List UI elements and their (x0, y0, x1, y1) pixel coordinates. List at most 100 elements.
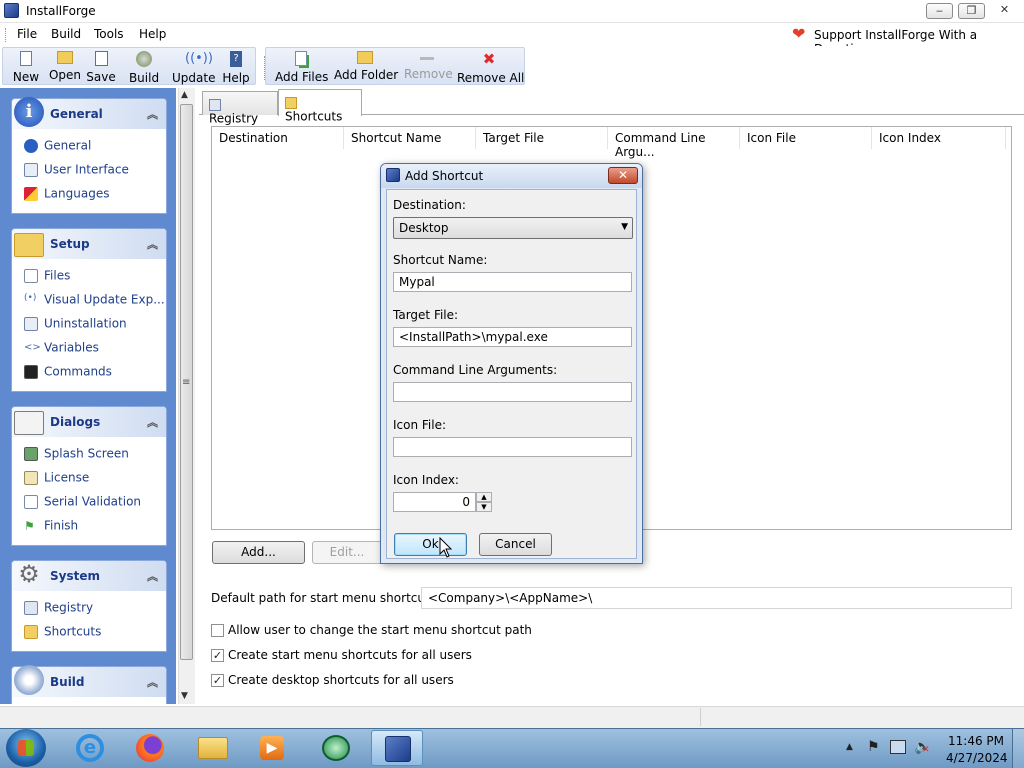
dropdown-arrow-icon: ▼ (621, 222, 628, 232)
sidebar-item-serial-validation[interactable]: Serial Validation (24, 494, 141, 509)
column-header-icon-file[interactable]: Icon File (740, 127, 872, 149)
media-player-taskbar-button[interactable]: ▶ (246, 730, 298, 766)
command-line-label: Command Line Arguments: (393, 363, 558, 377)
destination-select[interactable]: Desktop ▼ (393, 217, 633, 239)
scroll-up-arrow-icon[interactable]: ▲ (181, 90, 188, 100)
help-label: Help (222, 71, 250, 85)
add-files-button[interactable]: Add Files (275, 49, 328, 85)
close-button[interactable]: ✕ (991, 3, 1018, 19)
collapse-chevron-icon[interactable]: ︽ (147, 568, 158, 584)
menu-help[interactable]: Help (139, 27, 166, 41)
command-line-input[interactable] (393, 382, 632, 402)
scroll-down-arrow-icon[interactable]: ▼ (181, 691, 188, 701)
destination-label: Destination: (393, 198, 466, 212)
finish-wand-icon: ⚑ (24, 518, 35, 533)
save-button[interactable]: Save (86, 49, 116, 85)
start-button[interactable] (6, 729, 46, 767)
sidebar-group-header-setup[interactable]: Setup ︽ (12, 229, 166, 259)
build-button[interactable]: Build (128, 49, 160, 85)
sidebar-item-general[interactable]: General (24, 138, 91, 153)
shortcut-name-input[interactable]: Mypal (393, 272, 632, 292)
remove-label: Remove (404, 67, 453, 81)
clock-date[interactable]: 4/27/2024 (946, 751, 1008, 765)
minimize-button[interactable]: ‒ (926, 3, 953, 19)
remove-all-button[interactable]: ✖ Remove All (457, 49, 524, 85)
maximize-button[interactable]: ❐ (958, 3, 985, 19)
column-header-command-line[interactable]: Command Line Argu... (608, 127, 740, 159)
sidebar-item-finish[interactable]: ⚑ Finish (24, 518, 78, 533)
network-icon[interactable] (890, 740, 906, 754)
add-folder-button[interactable]: Add Folder (334, 49, 398, 85)
splash-image-icon (24, 446, 38, 461)
menu-file[interactable]: File (17, 27, 37, 41)
clock-time[interactable]: 11:46 PM (948, 734, 1004, 748)
installforge-taskbar-button[interactable] (371, 730, 423, 766)
sidebar-item-registry[interactable]: Registry (24, 600, 93, 615)
column-header-destination[interactable]: Destination (212, 127, 344, 149)
sidebar-item-uninstallation[interactable]: Uninstallation (24, 316, 127, 331)
menu-tools[interactable]: Tools (94, 27, 124, 41)
firefox-taskbar-button[interactable] (124, 730, 176, 766)
sidebar-item-label: General (44, 138, 92, 153)
sidebar-group-header-dialogs[interactable]: Dialogs ︽ (12, 407, 166, 437)
sidebar-item-shortcuts[interactable]: Shortcuts (24, 624, 101, 639)
heart-icon[interactable]: ❤ (792, 26, 808, 42)
startmenu-all-users-checkbox[interactable]: ✓ (211, 649, 224, 662)
remove-button[interactable]: Remove (404, 49, 453, 85)
target-file-label: Target File: (393, 308, 459, 322)
sidebar-item-visual-update[interactable]: (•) Visual Update Exp... (24, 292, 165, 307)
target-file-input[interactable]: <InstallPath>\mypal.exe (393, 327, 632, 347)
icon-file-input[interactable] (393, 437, 632, 457)
sidebar-item-files[interactable]: Files (24, 268, 70, 283)
spin-down-icon[interactable]: ▼ (476, 502, 492, 512)
open-button[interactable]: Open (48, 49, 82, 85)
allow-change-label[interactable]: Allow user to change the start menu shor… (228, 623, 532, 637)
default-path-input[interactable]: <Company>\<AppName>\ (421, 587, 1012, 609)
sidebar-group-header-system[interactable]: ⚙ System ︽ (12, 560, 166, 591)
startmenu-all-users-label[interactable]: Create start menu shortcuts for all user… (228, 648, 472, 662)
desktop-all-users-checkbox[interactable]: ✓ (211, 674, 224, 687)
allow-change-checkbox[interactable] (211, 624, 224, 637)
update-button[interactable]: ((•)) Update (172, 49, 215, 85)
tab-registry[interactable]: Registry (202, 91, 278, 126)
collapse-chevron-icon[interactable]: ︽ (147, 236, 158, 252)
ok-button[interactable]: Ok (394, 533, 467, 556)
collapse-chevron-icon[interactable]: ︽ (147, 106, 158, 122)
column-header-target-file[interactable]: Target File (476, 127, 608, 149)
new-button[interactable]: New (10, 49, 42, 85)
sidebar-item-languages[interactable]: Languages (24, 186, 109, 201)
sidebar-item-variables[interactable]: <> Variables (24, 340, 99, 355)
build-gear-icon (136, 51, 152, 67)
grip-icon: ≡ (182, 377, 191, 388)
tab-shortcuts[interactable]: Shortcuts (278, 89, 362, 124)
action-center-flag-icon[interactable]: ⚑ (867, 739, 880, 755)
show-desktop-button[interactable] (1012, 729, 1024, 768)
internet-explorer-taskbar-button[interactable]: e (64, 730, 116, 766)
show-hidden-icons-icon[interactable]: ▲ (846, 742, 853, 752)
sidebar-item-license[interactable]: License (24, 470, 89, 485)
icon-index-input[interactable]: 0 (393, 492, 476, 512)
sidebar-item-user-interface[interactable]: User Interface (24, 162, 129, 177)
cancel-button[interactable]: Cancel (479, 533, 552, 556)
column-header-icon-index[interactable]: Icon Index (872, 127, 1006, 149)
registry-tab-icon (209, 98, 221, 111)
collapse-chevron-icon[interactable]: ︽ (147, 414, 158, 430)
add-shortcut-button[interactable]: Add... (212, 541, 305, 564)
dialog-close-button[interactable]: ✕ (608, 167, 638, 184)
column-header-shortcut-name[interactable]: Shortcut Name (344, 127, 476, 149)
collapse-chevron-icon[interactable]: ︽ (147, 674, 158, 690)
edit-shortcut-button[interactable]: Edit... (312, 541, 382, 564)
file-explorer-taskbar-button[interactable] (186, 730, 238, 766)
new-document-icon (20, 51, 32, 66)
sidebar-group-header-build[interactable]: Build ︽ (12, 665, 166, 697)
app-taskbar-button[interactable] (310, 730, 362, 766)
menu-build[interactable]: Build (51, 27, 81, 41)
group-title-general: General (50, 107, 103, 121)
sidebar-item-commands[interactable]: Commands (24, 364, 112, 379)
spin-up-icon[interactable]: ▲ (476, 492, 492, 502)
desktop-all-users-label[interactable]: Create desktop shortcuts for all users (228, 673, 454, 687)
help-button[interactable]: ? Help (222, 49, 250, 85)
sidebar-group-header-general[interactable]: i General ︽ (12, 97, 166, 129)
sidebar-item-splash-screen[interactable]: Splash Screen (24, 446, 129, 461)
sidebar-item-label: Shortcuts (44, 624, 102, 639)
